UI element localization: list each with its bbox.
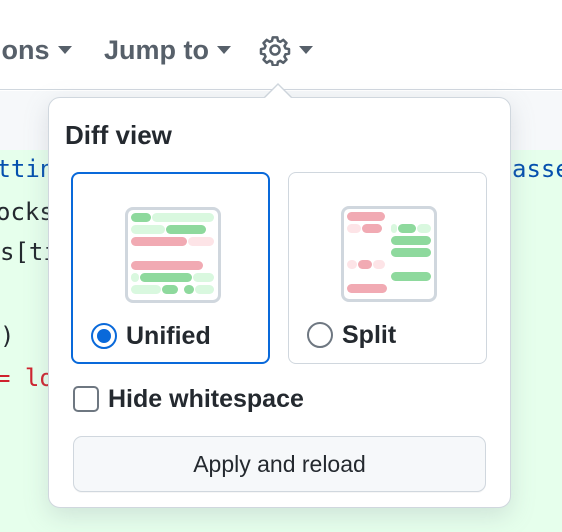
unified-option[interactable]: Unified (71, 172, 270, 364)
split-option[interactable]: Split (288, 172, 487, 364)
chevron-down-icon (299, 46, 313, 54)
chevron-down-icon (217, 46, 231, 54)
gear-icon (259, 36, 291, 66)
options-label: ions (0, 34, 50, 65)
code-line: ocks (0, 198, 54, 226)
split-radio[interactable] (307, 322, 333, 348)
unified-label: Unified (126, 321, 211, 350)
apply-and-reload-button[interactable]: Apply and reload (73, 436, 486, 492)
unified-radio-row[interactable]: Unified (91, 320, 211, 352)
code-line: asse (512, 155, 562, 183)
options-dropdown[interactable]: ions (0, 30, 72, 70)
settings-dropdown[interactable] (259, 30, 313, 70)
jump-to-label: Jump to (104, 34, 209, 65)
split-label: Split (342, 320, 397, 349)
unified-diff-icon (125, 207, 221, 303)
hide-whitespace-label: Hide whitespace (108, 384, 304, 413)
code-line: ) (0, 322, 15, 350)
hide-whitespace-checkbox[interactable] (73, 386, 99, 412)
popover-arrow-fill (265, 85, 291, 98)
code-line: = lo (0, 364, 54, 392)
hide-whitespace-row[interactable]: Hide whitespace (73, 384, 304, 414)
jump-to-dropdown[interactable]: Jump to (104, 30, 231, 70)
file-toolbar: ions Jump to (0, 0, 562, 90)
popover-title: Diff view (65, 120, 172, 150)
unified-radio[interactable] (91, 323, 117, 349)
chevron-down-icon (57, 46, 72, 54)
split-diff-icon (341, 206, 437, 302)
split-radio-row[interactable]: Split (307, 319, 396, 351)
code-line: uttin (0, 155, 55, 183)
diff-view-popover: Diff view Unified Split Hide whitespace … (48, 97, 511, 508)
